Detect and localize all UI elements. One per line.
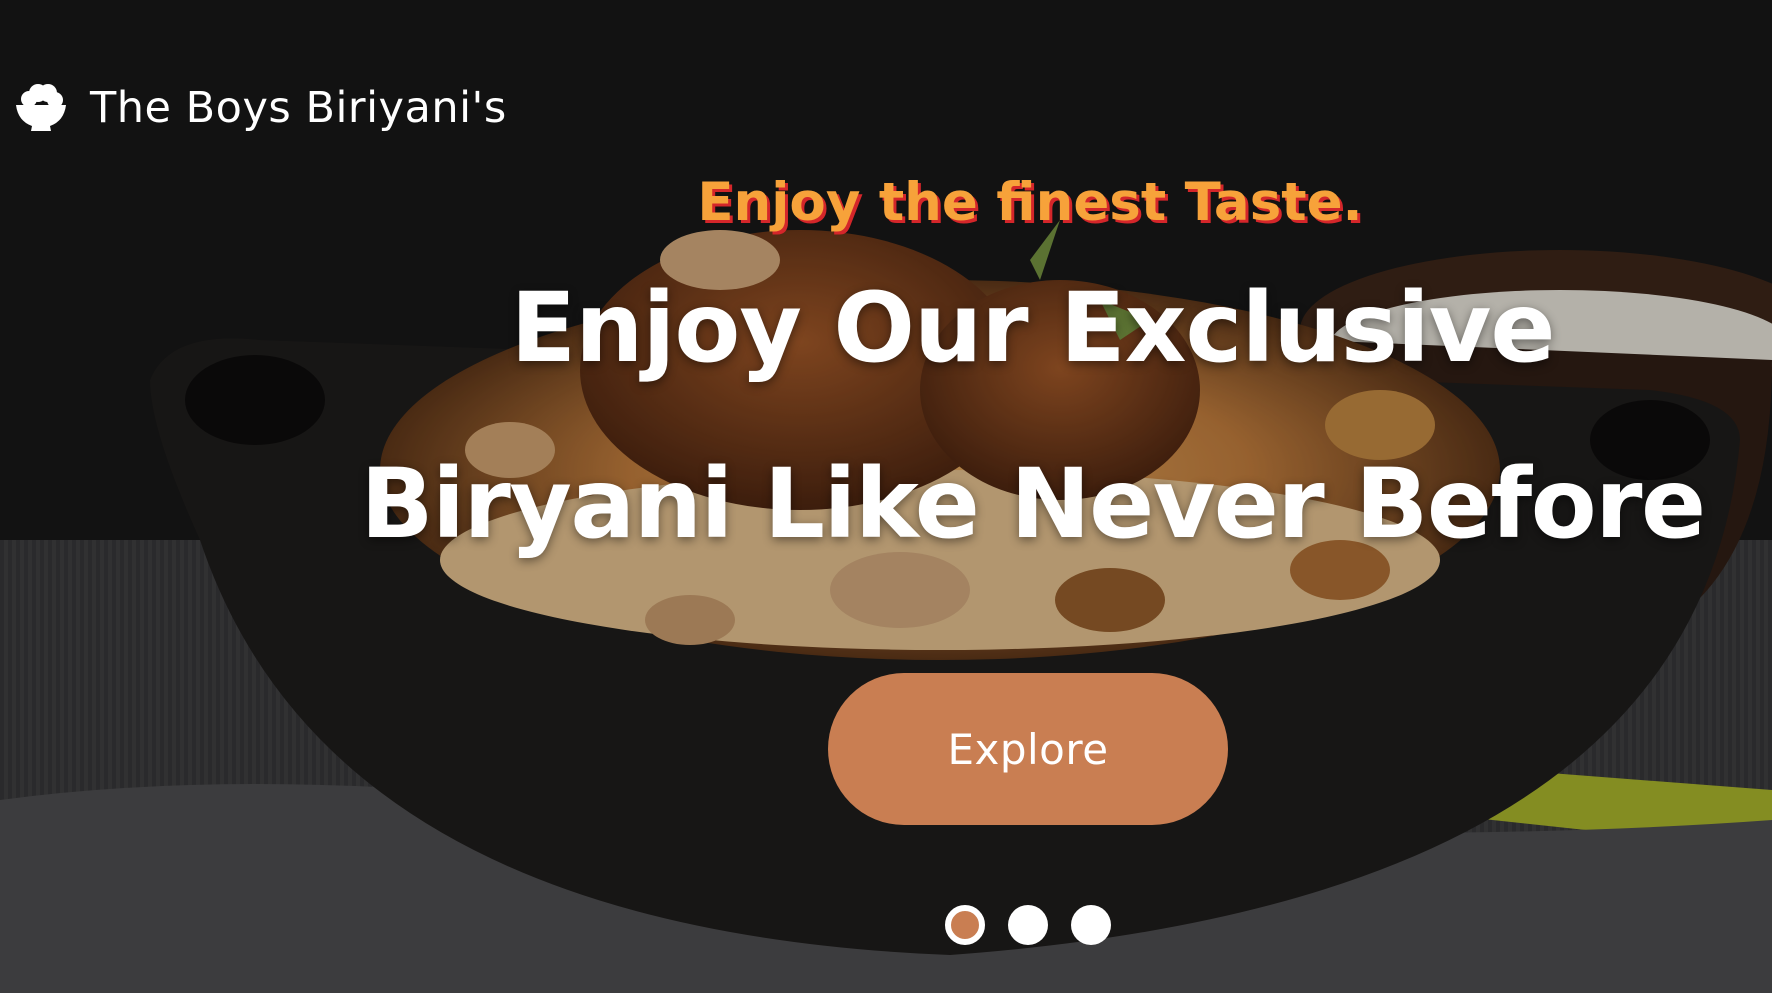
brand-logo[interactable]: The Boys Biriyani's — [14, 80, 507, 136]
rice-bowl-icon — [16, 84, 66, 131]
carousel-dot-2[interactable] — [1008, 905, 1048, 945]
hero-headline-line-1: Enjoy Our Exclusive — [510, 272, 1556, 384]
brand-name: The Boys Biriyani's — [90, 83, 507, 133]
carousel-dot-3[interactable] — [1071, 905, 1111, 945]
hero-tagline: Enjoy the finest Taste. — [697, 172, 1363, 233]
hero-headline-line-2: Biryani Like Never Before — [360, 448, 1706, 560]
explore-button[interactable]: Explore — [828, 673, 1228, 825]
hero-banner: The Boys Biriyani's Enjoy the finest Tas… — [0, 0, 1772, 993]
carousel-dot-1[interactable] — [945, 905, 985, 945]
carousel-indicators — [945, 905, 1111, 945]
